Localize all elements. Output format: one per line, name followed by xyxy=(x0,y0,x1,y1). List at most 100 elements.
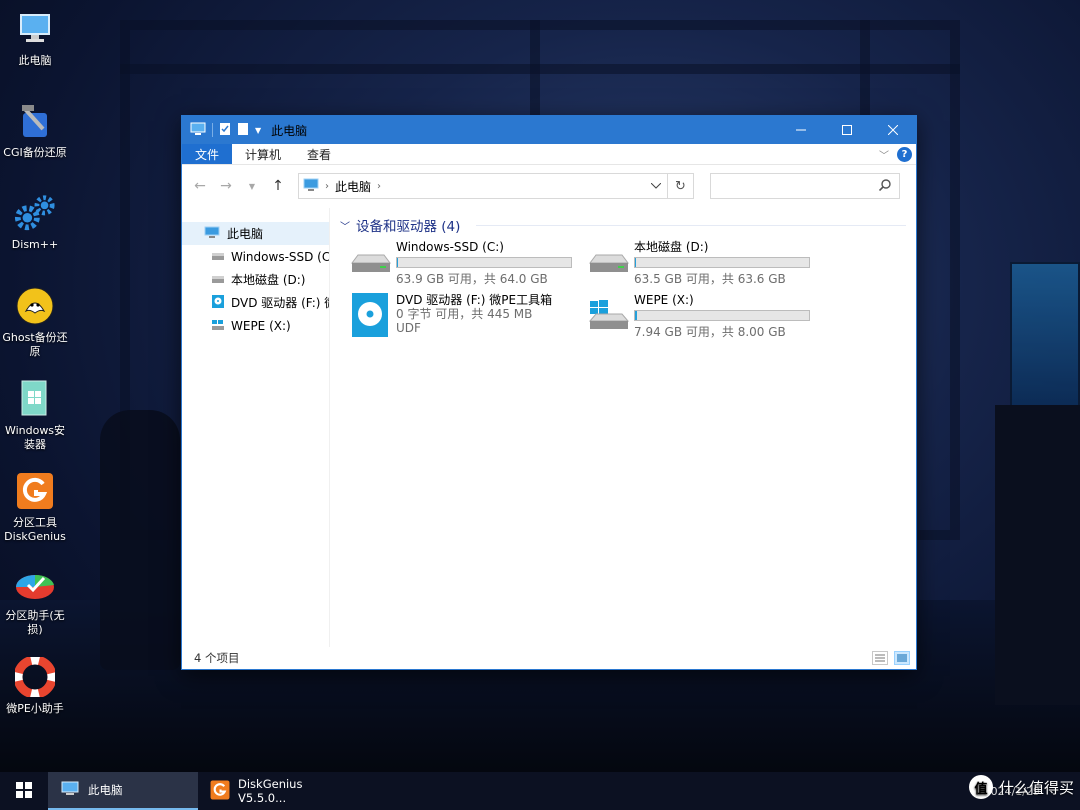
properties-icon[interactable] xyxy=(219,122,231,139)
tab-file[interactable]: 文件 xyxy=(182,144,233,164)
drive-name: DVD 驱动器 (F:) 微PE工具箱 xyxy=(396,293,553,307)
windows-installer-icon xyxy=(14,378,56,420)
dvd-icon xyxy=(350,291,396,339)
ribbon-tabs: 文件 计算机 查看 ﹀ ? xyxy=(182,144,916,165)
nav-item-drive-c[interactable]: Windows-SSD (C:) xyxy=(182,245,329,268)
recent-locations-chevron-icon[interactable]: ▼ xyxy=(242,174,262,198)
desktop-icon-diskgenius[interactable]: 分区工具 DiskGenius xyxy=(0,470,70,544)
details-view-icon[interactable] xyxy=(872,651,888,665)
maximize-button[interactable] xyxy=(824,116,870,144)
drive-filesystem: UDF xyxy=(396,321,421,335)
breadcrumb-separator-icon[interactable]: › xyxy=(325,181,329,192)
taskbar-item-this-pc[interactable]: 此电脑 xyxy=(48,772,198,810)
back-arrow-icon[interactable]: ← xyxy=(190,174,210,198)
computer-icon xyxy=(190,122,206,139)
minimize-button[interactable] xyxy=(778,116,824,144)
group-header[interactable]: ﹀ 设备和驱动器 (4) xyxy=(340,216,916,235)
desktop-icon-this-pc[interactable]: 此电脑 xyxy=(0,8,70,68)
tab-computer[interactable]: 计算机 xyxy=(232,144,294,164)
nav-item-this-pc[interactable]: 此电脑 xyxy=(182,222,329,245)
quick-access-toolbar: ▼ xyxy=(182,122,261,139)
title-bar[interactable]: ▼ 此电脑 xyxy=(182,116,916,144)
lifebuoy-icon xyxy=(14,656,56,698)
dvd-icon xyxy=(212,294,224,311)
new-folder-icon[interactable] xyxy=(237,122,249,139)
large-icons-view-icon[interactable] xyxy=(894,651,910,665)
drive-tile[interactable]: DVD 驱动器 (F:) 微PE工具箱 0 字节 可用，共 445 MB UDF xyxy=(350,291,582,343)
drive-free-space: 0 字节 可用，共 445 MB xyxy=(396,307,533,321)
nav-item-drive-x[interactable]: WEPE (X:) xyxy=(182,314,329,337)
drive-usage-bar xyxy=(396,257,572,268)
ghost-icon xyxy=(14,285,56,327)
drive-usage-fill xyxy=(635,258,637,267)
search-icon xyxy=(878,178,891,194)
nav-item-label: 本地磁盘 (D:) xyxy=(231,273,306,287)
forward-arrow-icon[interactable]: → xyxy=(216,174,236,198)
drive-name: WEPE (X:) xyxy=(634,293,694,307)
desktop-icon-cgi-backup[interactable]: CGI备份还原 xyxy=(0,100,70,160)
computer-icon xyxy=(14,8,56,50)
computer-icon xyxy=(303,178,319,195)
windows-drive-icon xyxy=(212,319,224,333)
drive-name: 本地磁盘 (D:) xyxy=(634,240,709,254)
search-box[interactable] xyxy=(710,173,900,199)
start-button[interactable] xyxy=(0,772,48,810)
address-bar[interactable]: › 此电脑 › ↻ xyxy=(298,173,694,199)
chevron-down-icon[interactable]: ﹀ xyxy=(340,218,350,233)
expand-ribbon-chevron-icon[interactable]: ﹀ xyxy=(879,147,889,162)
drive-usage-fill xyxy=(635,311,637,320)
desktop-icon-partition-assistant[interactable]: 分区助手(无 损) xyxy=(0,563,70,637)
desktop-icon-ghost[interactable]: Ghost备份还 原 xyxy=(0,285,70,359)
chevron-down-icon[interactable]: ▼ xyxy=(255,126,261,135)
navigation-bar: ← → ▼ ↑ › 此电脑 › ↻ xyxy=(182,165,916,207)
gears-icon xyxy=(14,192,56,234)
desktop-icon-wepe-helper[interactable]: 微PE小助手 xyxy=(0,656,70,716)
windows-drive-icon xyxy=(588,291,634,339)
watermark: 值 什么值得买 xyxy=(968,775,1074,799)
desktop-icon-dism[interactable]: Dism++ xyxy=(0,192,70,252)
nav-item-label: DVD 驱动器 (F:) 微 xyxy=(231,296,329,310)
content-pane: ﹀ 设备和驱动器 (4) Windows-SSD (C:) 63.9 GB 可用… xyxy=(330,208,916,647)
tab-view[interactable]: 查看 xyxy=(294,144,344,164)
drive-tile[interactable]: 本地磁盘 (D:) 63.5 GB 可用，共 63.6 GB xyxy=(588,238,820,286)
drive-free-space: 7.94 GB 可用，共 8.00 GB xyxy=(634,325,786,339)
address-dropdown-chevron-icon[interactable] xyxy=(645,174,667,198)
drive-free-space: 63.5 GB 可用，共 63.6 GB xyxy=(634,272,786,286)
drive-usage-fill xyxy=(397,258,399,267)
nav-item-label: 此电脑 xyxy=(227,227,264,241)
nav-item-drive-f[interactable]: DVD 驱动器 (F:) 微 xyxy=(182,291,329,314)
refresh-icon[interactable]: ↻ xyxy=(667,174,693,198)
nav-item-label: WEPE (X:) xyxy=(231,318,291,333)
group-header-label: 设备和驱动器 (4) xyxy=(356,219,461,235)
wallpaper-chair xyxy=(100,410,180,670)
taskbar-item-diskgenius[interactable]: DiskGenius V5.5.0... xyxy=(198,772,348,810)
windows-logo-icon xyxy=(16,781,32,801)
taskbar-item-label: DiskGenius V5.5.0... xyxy=(238,777,303,805)
wallpaper-cabinet xyxy=(995,405,1080,705)
hard-drive-icon xyxy=(212,250,224,264)
hard-drive-icon xyxy=(350,238,396,286)
breadcrumb-this-pc[interactable]: 此电脑 xyxy=(335,178,371,195)
help-icon[interactable]: ? xyxy=(897,146,912,162)
computer-icon xyxy=(204,226,220,242)
explorer-window[interactable]: ▼ 此电脑 文件 计算机 查看 ﹀ ? ← → ▼ ↑ › 此电脑 › ↻ 此电… xyxy=(181,115,917,670)
watermark-text: 什么值得买 xyxy=(998,778,1074,797)
taskbar: 此电脑 DiskGenius V5.5.0... 2024/1/29 xyxy=(0,772,1080,810)
item-count: 4 个项目 xyxy=(194,651,240,665)
wallpaper-mullion xyxy=(120,64,960,74)
up-arrow-icon[interactable]: ↑ xyxy=(268,174,288,198)
diskgenius-icon xyxy=(14,470,56,512)
watermark-badge: 值 xyxy=(968,775,993,799)
taskbar-item-label: 此电脑 xyxy=(88,783,123,797)
nav-item-drive-d[interactable]: 本地磁盘 (D:) xyxy=(182,268,329,291)
nav-item-label: Windows-SSD (C:) xyxy=(231,249,329,264)
close-button[interactable] xyxy=(870,116,916,144)
diskgenius-icon xyxy=(210,780,230,803)
hard-drive-icon xyxy=(212,273,224,287)
desktop-icon-windows-installer[interactable]: Windows安 装器 xyxy=(0,378,70,452)
breadcrumb-separator-icon[interactable]: › xyxy=(377,181,381,192)
window-title: 此电脑 xyxy=(271,123,308,138)
drive-free-space: 63.9 GB 可用，共 64.0 GB xyxy=(396,272,548,286)
drive-tile[interactable]: Windows-SSD (C:) 63.9 GB 可用，共 64.0 GB xyxy=(350,238,582,286)
drive-tile[interactable]: WEPE (X:) 7.94 GB 可用，共 8.00 GB xyxy=(588,291,820,339)
